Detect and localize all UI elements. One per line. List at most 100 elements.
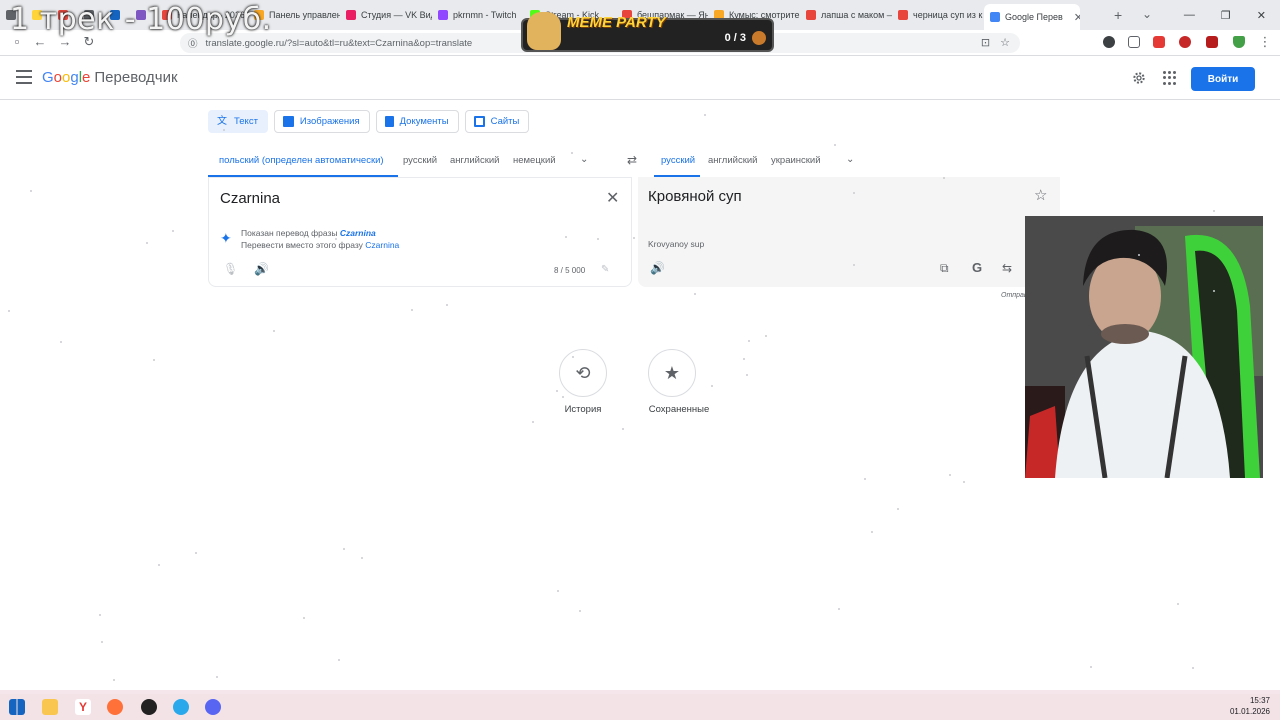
snowflake [694, 293, 696, 295]
clock-date: 01.01.2026 [1229, 707, 1270, 716]
translate-instead-link[interactable]: Czarnina [365, 240, 399, 250]
target-lang-english[interactable]: английский [708, 155, 757, 166]
logo-letter: G [42, 69, 54, 86]
google-apps-icon[interactable] [1163, 71, 1177, 85]
snowflake [748, 340, 750, 342]
new-tab-button[interactable]: + [1114, 7, 1122, 23]
rate-translation-icon[interactable]: ⇆ [1002, 261, 1012, 275]
tab-documents[interactable]: Документы [375, 110, 459, 133]
firefox-icon[interactable] [107, 699, 123, 715]
close-window-icon[interactable]: ✕ [1257, 9, 1266, 22]
extension-red-icon[interactable] [1179, 36, 1191, 48]
snowflake [1213, 290, 1215, 292]
tab-images[interactable]: Изображения [273, 110, 370, 133]
language-bar: польский (определен автоматически) русск… [208, 150, 1060, 177]
snowflake [216, 676, 218, 678]
clear-text-icon[interactable]: ✕ [606, 188, 619, 208]
snowflake [853, 192, 855, 194]
telegram-icon[interactable] [173, 699, 189, 715]
swap-languages-icon[interactable]: ⇄ [627, 153, 637, 167]
source-lang-more-chevron-icon[interactable]: ⌄ [580, 154, 588, 165]
restore-icon[interactable]: ❐ [1221, 9, 1231, 22]
tab-documents-label: Документы [399, 116, 449, 127]
browser-tab[interactable]: pkrnmn - Twitch [432, 0, 524, 30]
sign-in-button[interactable]: Войти [1191, 67, 1255, 91]
snowflake [335, 238, 337, 240]
saved-button[interactable]: ★ [648, 349, 696, 397]
tab-search-chevron-icon[interactable]: ⌄ [1142, 7, 1152, 21]
snowflake [622, 428, 624, 430]
obs-icon[interactable] [141, 699, 157, 715]
tab-sites[interactable]: Сайты [464, 110, 530, 133]
stream-overlay-title: 1 трек - 100руб. [10, 2, 272, 37]
snowflake [579, 610, 581, 612]
handwriting-pen-icon[interactable]: ✎ [601, 264, 609, 275]
tab-text-label: Текст [234, 116, 258, 127]
browser-tab[interactable]: Студия — VK Вид [340, 0, 432, 30]
image-icon [282, 116, 294, 127]
source-lang-english[interactable]: английский [450, 155, 499, 166]
bookmark-star-icon[interactable]: ☆ [1000, 36, 1010, 49]
tab-favicon-icon [346, 10, 356, 20]
main-menu-icon[interactable] [16, 70, 32, 84]
minimize-icon[interactable]: — [1184, 9, 1195, 21]
history-icon: ⟲ [575, 362, 591, 383]
source-lang-detected[interactable]: польский (определен автоматически) [219, 155, 384, 166]
coin-icon [752, 31, 766, 45]
clock-time: 15:37 [1249, 696, 1270, 705]
shown-translation-prefix: Показан перевод фразы [241, 228, 340, 238]
transliteration-text: Krovyanoy sup [648, 239, 705, 249]
windows-taskbar: Y 15:37 01.01.2026 [0, 694, 1280, 720]
target-lang-more-chevron-icon[interactable]: ⌄ [846, 154, 854, 165]
snowflake [303, 617, 305, 619]
snowflake [343, 548, 345, 550]
snowflake [834, 144, 836, 146]
send-feedback-link[interactable]: Отправ [1001, 292, 1028, 299]
file-explorer-icon[interactable] [42, 699, 58, 715]
google-translate-logo[interactable]: Google Переводчик [42, 69, 178, 86]
snowflake [562, 396, 564, 398]
extension-icon[interactable] [1103, 36, 1115, 48]
extension-badge-icon[interactable] [1206, 36, 1218, 48]
source-lang-german[interactable]: немецкий [513, 155, 556, 166]
yandex-browser-icon[interactable]: Y [75, 699, 91, 715]
tab-text[interactable]: 文 Текст [208, 110, 268, 133]
logo-letter: e [82, 69, 91, 86]
snowflake [1213, 210, 1215, 212]
close-tab-icon[interactable]: ✕ [1074, 11, 1080, 24]
snowflake [597, 238, 599, 240]
browser-tab[interactable]: черница суп из к [892, 0, 984, 30]
snowflake [158, 564, 160, 566]
translate-instead-prefix: Перевести вместо этого фразу [241, 240, 366, 250]
browser-tab[interactable]: лапша с маком — [800, 0, 892, 30]
source-text-input[interactable]: Czarnina [220, 190, 280, 207]
microphone-icon[interactable]: 🎙 [223, 262, 238, 276]
copy-translation-icon[interactable]: ⧉ [940, 261, 949, 276]
site-info-icon[interactable]: ⓪ [188, 36, 198, 50]
shown-translation-word[interactable]: Czarnina [340, 228, 376, 238]
target-lang-russian[interactable]: русский [661, 155, 695, 166]
source-lang-russian[interactable]: русский [403, 155, 437, 166]
translation-output-panel: Кровяной суп ☆ Krovyanoy sup 🔊 ⧉ G ⇆ [638, 177, 1060, 287]
browser-menu-icon[interactable]: ⋮ [1256, 34, 1274, 50]
system-clock[interactable]: 15:37 01.01.2026 [1230, 695, 1270, 717]
snowflake [446, 304, 448, 306]
discord-icon[interactable] [205, 699, 221, 715]
adblock-icon[interactable] [1153, 36, 1165, 48]
tab-active[interactable]: Google Перев ✕ [984, 4, 1080, 30]
snowflake [411, 309, 413, 311]
snowflake [338, 659, 340, 661]
start-windows-icon[interactable] [9, 699, 25, 715]
source-listen-icon[interactable]: 🔊 [254, 262, 269, 276]
shield-icon[interactable] [1233, 36, 1245, 48]
history-button[interactable]: ⟲ [559, 349, 607, 397]
settings-gear-icon[interactable] [1131, 70, 1147, 86]
snowflake [557, 590, 559, 592]
target-lang-ukrainian[interactable]: украинский [771, 155, 821, 166]
install-app-icon[interactable]: ⊡ [981, 36, 990, 49]
google-lens-g-icon[interactable]: G [972, 260, 982, 275]
translation-listen-icon[interactable]: 🔊 [650, 261, 665, 275]
snowflake [153, 359, 155, 361]
extensions-puzzle-icon[interactable] [1128, 36, 1140, 48]
save-translation-star-icon[interactable]: ☆ [1034, 186, 1047, 204]
